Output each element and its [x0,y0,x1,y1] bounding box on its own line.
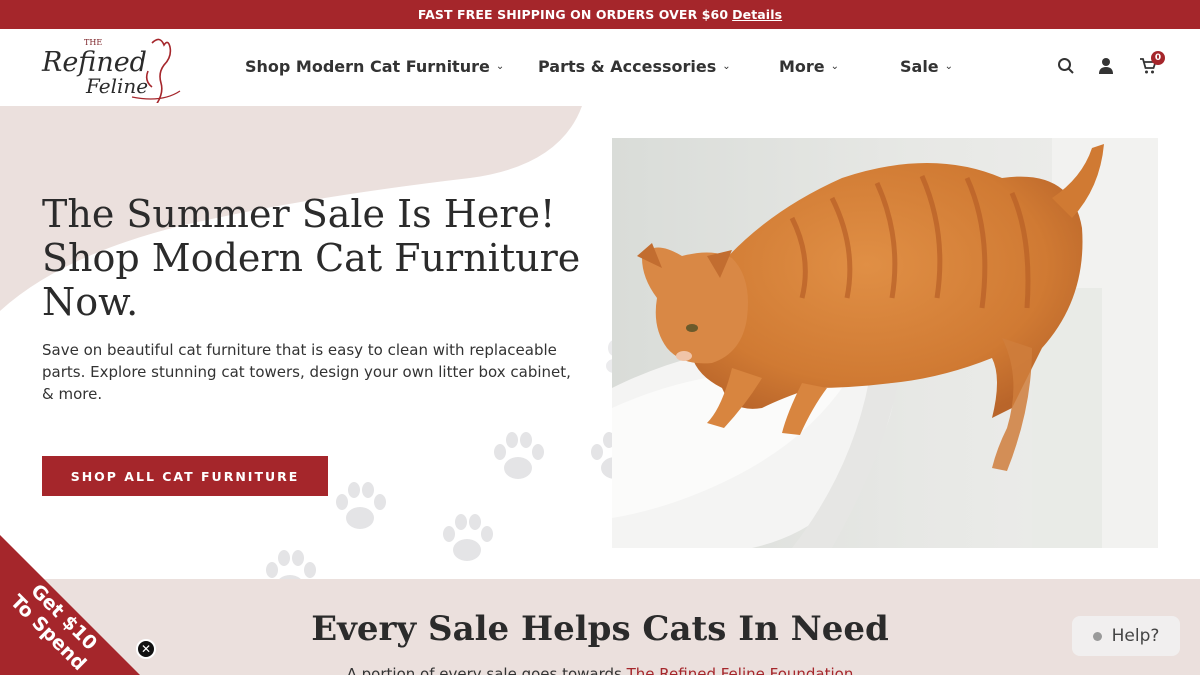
status-dot-icon [1092,631,1102,641]
paw-print-icon [336,482,386,529]
foundation-title: Every Sale Helps Cats In Need [311,609,889,649]
nav-sale[interactable]: Sale ⌄ [900,57,953,76]
foundation-link[interactable]: The Refined Feline Foundation [627,665,854,675]
site-header: THE Refined Feline Shop Modern Cat Furni… [0,29,1200,106]
chevron-down-icon: ⌄ [495,61,505,72]
cart-count-badge: 0 [1151,51,1165,65]
foundation-text: A portion of every sale goes towards The… [0,665,1200,675]
nav-shop-modern-cat-furniture[interactable]: Shop Modern Cat Furniture ⌄ [245,57,504,76]
help-button[interactable]: Help? [1072,616,1180,656]
help-label: Help? [1111,626,1160,646]
paw-print-icon [443,514,493,561]
paw-print-icon [266,550,316,579]
nav-label: Parts & Accessories [538,57,717,76]
nav-label: Shop Modern Cat Furniture [245,57,490,76]
hero-title-line: Now. [42,280,139,324]
chevron-down-icon: ⌄ [944,61,954,72]
nav-parts-accessories[interactable]: Parts & Accessories ⌄ [538,57,731,76]
account-icon[interactable] [1095,55,1117,77]
foundation-text-start: A portion of every sale goes towards [346,665,622,675]
promo-ribbon[interactable]: Get $10 To Spend [0,535,140,675]
hero-cat-image [612,138,1158,548]
announcement-text: FAST FREE SHIPPING ON ORDERS OVER $60 [417,7,729,22]
foundation-section: Every Sale Helps Cats In Need A portion … [0,579,1200,675]
announcement-bar: FAST FREE SHIPPING ON ORDERS OVER $60 De… [0,0,1200,29]
hero-section: The Summer Sale Is Here! Shop Modern Cat… [0,106,1200,579]
nav-label: Sale [900,57,939,76]
cart-icon[interactable]: 0 [1137,51,1165,77]
details-link[interactable]: Details [732,7,782,22]
hero-title-line: Shop Modern Cat Furniture [42,236,581,280]
paw-print-icon [494,432,544,479]
nav-label: More [779,57,825,76]
shop-all-cat-furniture-button[interactable]: SHOP ALL CAT FURNITURE [42,456,328,496]
hero-title-line: The Summer Sale Is Here! [42,192,556,236]
chevron-down-icon: ⌄ [830,61,840,72]
hero-title: The Summer Sale Is Here! Shop Modern Cat… [42,192,582,324]
hero-description: Save on beautiful cat furniture that is … [42,341,571,403]
close-icon[interactable]: ✕ [136,639,156,659]
nav-more[interactable]: More ⌄ [779,57,839,76]
main-nav: Shop Modern Cat Furniture ⌄ Parts & Acce… [0,29,1200,106]
search-icon[interactable] [1055,55,1077,77]
chevron-down-icon: ⌄ [722,61,731,72]
